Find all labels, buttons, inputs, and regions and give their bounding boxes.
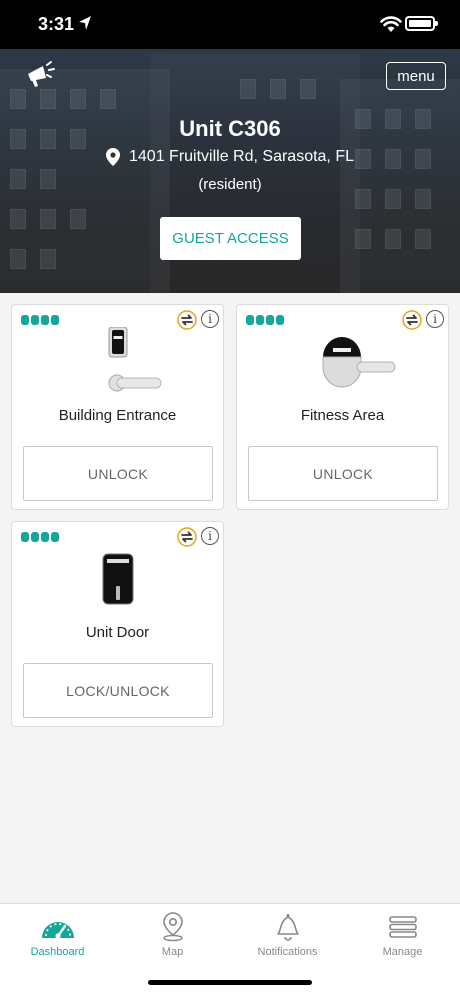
lock-title: Building Entrance <box>58 407 177 424</box>
signal-strength-icon <box>21 315 59 325</box>
deadbolt-keypad-lock-icon <box>102 553 134 605</box>
signal-dot <box>31 532 39 542</box>
info-icon[interactable]: i <box>201 310 219 328</box>
signal-strength-icon <box>21 532 59 542</box>
unlock-button[interactable]: UNLOCK <box>248 446 438 501</box>
lock-title: Fitness Area <box>300 407 385 424</box>
signal-dot <box>256 315 264 325</box>
tab-manage[interactable]: Manage <box>345 912 460 962</box>
tab-label: Notifications <box>257 946 318 958</box>
info-icon[interactable]: i <box>426 310 444 328</box>
address-text: 1401 Fruitville Rd, Sarasota, FL <box>129 148 354 165</box>
signal-dot <box>41 315 49 325</box>
address-row: 1401 Fruitville Rd, Sarasota, FL <box>0 148 460 166</box>
signal-dot <box>276 315 284 325</box>
swap-arrows-icon[interactable] <box>402 310 422 330</box>
tab-notifications[interactable]: Notifications <box>230 912 345 962</box>
lock-card-fitness-area: i Fitness Area UNLOCK <box>236 304 449 510</box>
property-header: menu Unit C306 1401 Fruitville Rd, Saras… <box>0 49 460 293</box>
lock-unlock-button[interactable]: LOCK/UNLOCK <box>23 663 213 718</box>
signal-dot <box>21 315 29 325</box>
lock-card-building-entrance: i Building Entrance UNLOCK <box>11 304 224 510</box>
map-pin-icon <box>162 912 183 942</box>
card-reader-lever-lock-icon <box>322 337 396 388</box>
resident-role: (resident) <box>198 176 262 193</box>
unit-title: Unit C306 <box>179 116 281 141</box>
dashboard-gauge-icon <box>41 922 74 939</box>
info-icon[interactable]: i <box>201 527 219 545</box>
guest-access-button[interactable]: GUEST ACCESS <box>160 217 301 260</box>
swap-arrows-icon[interactable] <box>177 527 197 547</box>
stacked-bars-icon <box>388 916 417 938</box>
signal-strength-icon <box>246 315 284 325</box>
status-time: 3:31 <box>38 14 75 34</box>
tab-label: Dashboard <box>30 946 85 958</box>
swap-arrows-icon[interactable] <box>177 310 197 330</box>
location-pin-icon <box>106 148 120 166</box>
keypad-lever-lock-icon <box>108 327 162 392</box>
signal-dot <box>246 315 254 325</box>
location-arrow-icon <box>79 16 91 30</box>
tab-label: Map <box>161 946 184 958</box>
signal-dot <box>31 315 39 325</box>
signal-dot <box>51 315 59 325</box>
lock-title: Unit Door <box>85 624 150 641</box>
home-indicator[interactable] <box>148 980 312 985</box>
signal-dot <box>21 532 29 542</box>
tab-map[interactable]: Map <box>115 912 230 962</box>
signal-dot <box>41 532 49 542</box>
menu-button[interactable]: menu <box>386 62 446 90</box>
bell-icon <box>276 914 299 941</box>
status-bar: 3:31 <box>0 0 460 49</box>
battery-icon <box>405 16 438 31</box>
megaphone-icon[interactable] <box>25 61 55 89</box>
lock-card-unit-door: i Unit Door LOCK/UNLOCK <box>11 521 224 727</box>
tab-label: Manage <box>382 946 423 958</box>
wifi-icon <box>380 16 402 32</box>
unlock-button[interactable]: UNLOCK <box>23 446 213 501</box>
tab-dashboard[interactable]: Dashboard <box>0 912 115 962</box>
signal-dot <box>266 315 274 325</box>
signal-dot <box>51 532 59 542</box>
